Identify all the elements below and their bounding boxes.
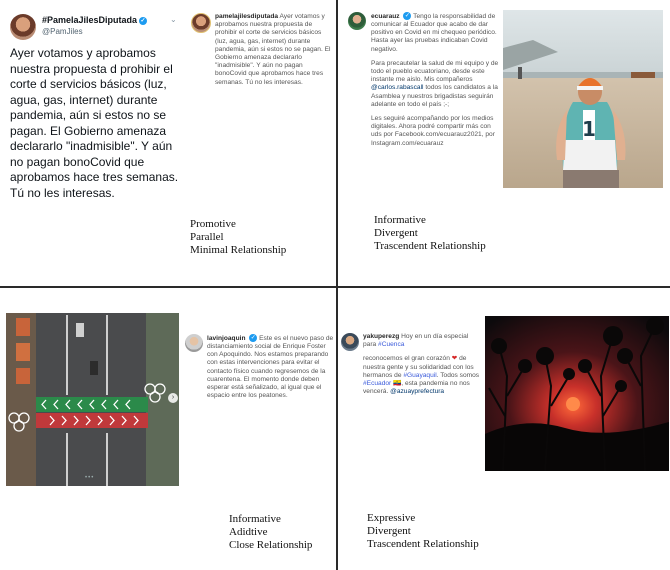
instagram-avatar[interactable] xyxy=(341,333,359,351)
twitter-handle[interactable]: @PamJiles xyxy=(42,27,83,36)
hashtag-link[interactable]: #Cuenca xyxy=(378,341,404,348)
classification-labels: Informative Adidtive Close Relationship xyxy=(229,513,313,551)
mention-link[interactable]: @carlos.rabascall xyxy=(371,84,424,91)
sunset-photo-svg xyxy=(485,316,669,471)
instagram-avatar[interactable] xyxy=(185,334,203,352)
twitter-display-name[interactable]: #PamelaJilesDiputada ✓ xyxy=(42,15,148,25)
carousel-dots: ••• xyxy=(85,475,95,481)
instagram-caption: ecuarauz ✓ Tengo la responsabilidad de c… xyxy=(371,12,499,147)
instagram-username[interactable]: pamelajilesdiputada xyxy=(215,13,278,20)
jersey-number: 1 xyxy=(582,117,596,141)
instagram-avatar[interactable] xyxy=(348,12,366,30)
instagram-caption: yakuperezg Hoy en un día especial para #… xyxy=(363,333,480,396)
verified-icon: ✓ xyxy=(249,334,258,342)
beach-photo-svg: 1 xyxy=(503,10,663,188)
beach-photo[interactable]: 1 xyxy=(503,10,663,188)
instagram-username[interactable]: lavinjoaquin xyxy=(207,335,245,342)
mention-link[interactable]: @azuayprefectura xyxy=(390,388,444,395)
horizontal-divider xyxy=(0,286,670,288)
instagram-avatar[interactable] xyxy=(191,13,211,33)
tweet-text: Ayer votamos y aprobamos nuestra propues… xyxy=(10,46,179,200)
instagram-username[interactable]: yakuperezg xyxy=(363,333,399,340)
sunset-photo[interactable] xyxy=(485,316,669,471)
vertical-divider xyxy=(336,0,338,570)
twitter-avatar[interactable] xyxy=(10,14,36,40)
verified-icon: ✓ xyxy=(139,16,148,25)
chevron-down-icon[interactable]: ⌄ xyxy=(170,15,177,24)
instagram-username[interactable]: ecuarauz xyxy=(371,13,400,20)
crosswalk-photo-svg xyxy=(6,313,179,486)
hashtag-link[interactable]: #Ecuador xyxy=(363,380,391,387)
verified-icon: ✓ xyxy=(403,12,412,20)
hashtag-link[interactable]: #Guayaquil xyxy=(403,372,436,379)
crosswalk-photo[interactable] xyxy=(6,313,179,486)
instagram-caption: lavinjoaquin ✓ Este es el nuevo paso de … xyxy=(207,334,334,400)
instagram-caption: pamelajilesdiputada Ayer votamos y aprob… xyxy=(215,13,331,86)
classification-labels: Promotive Parallel Minimal Relationship xyxy=(190,218,287,256)
carousel-next-icon[interactable]: › xyxy=(168,393,178,403)
classification-labels: Informative Divergent Trascendent Relati… xyxy=(374,214,486,252)
classification-labels: Expressive Divergent Trascendent Relatio… xyxy=(367,512,479,550)
